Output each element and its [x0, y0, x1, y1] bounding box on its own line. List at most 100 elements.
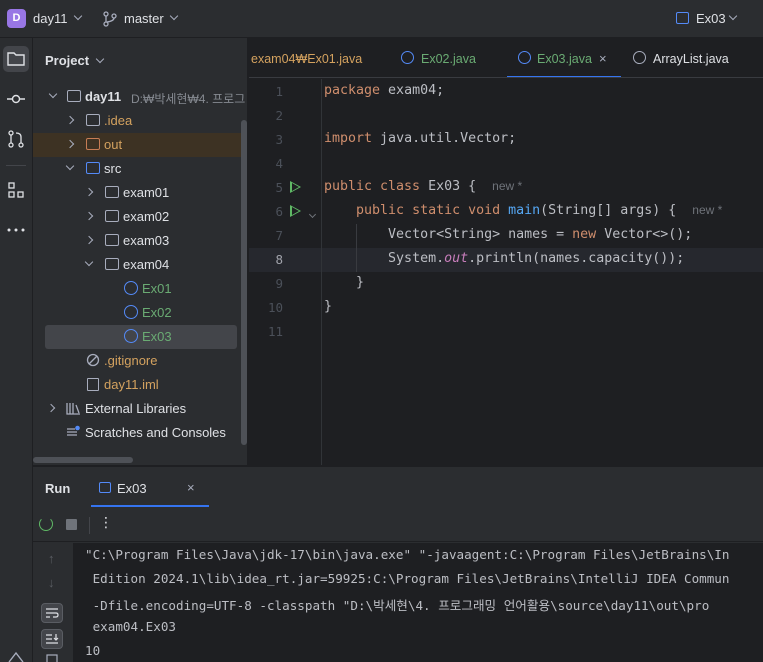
horizontal-scrollbar[interactable] — [33, 457, 133, 463]
structure-icon — [8, 182, 24, 198]
line-number: 7 — [275, 228, 283, 243]
excluded-folder-icon — [86, 138, 100, 150]
code-line-10: } — [324, 299, 332, 314]
close-icon[interactable]: × — [187, 480, 195, 495]
line-number: 10 — [267, 300, 283, 315]
chevron-right-icon[interactable] — [46, 403, 56, 413]
commit-tool-button[interactable] — [3, 86, 29, 112]
code-line-1: package exam04; — [324, 83, 444, 98]
tab-ex02[interactable]: Ex02.java — [389, 38, 499, 77]
close-icon[interactable]: × — [599, 51, 607, 66]
run-panel: Run Ex03 × ⋮ ↑ ↓ "C:\Program Files\Java\… — [33, 466, 763, 662]
print-icon[interactable] — [45, 653, 59, 662]
scratches-icon — [67, 425, 80, 436]
run-main-gutter-icon[interactable] — [290, 205, 301, 217]
code-text: } — [356, 275, 365, 290]
chevron-down-icon[interactable] — [728, 11, 738, 21]
more-horizontal-icon — [7, 228, 25, 232]
chevron-right-icon[interactable] — [84, 235, 94, 245]
console-line: Edition 2024.1\lib\idea_rt.jar=59925:C:\… — [85, 571, 730, 586]
tree-item-idea[interactable]: .idea — [33, 109, 247, 133]
tree-label: out — [104, 137, 123, 152]
fold-icon[interactable] — [308, 210, 317, 219]
rerun-icon[interactable] — [39, 517, 53, 531]
chevron-right-icon[interactable] — [65, 115, 75, 125]
chevron-down-icon[interactable] — [73, 11, 83, 21]
package-icon — [105, 234, 119, 246]
tree-item-exam03[interactable]: exam03 — [33, 229, 247, 253]
chevron-down-icon[interactable] — [84, 257, 94, 267]
pull-requests-tool-button[interactable] — [3, 126, 29, 152]
tree-item-external-libraries[interactable]: External Libraries — [33, 397, 247, 421]
tree-item-ex03[interactable]: Ex03 — [45, 325, 237, 349]
run-config-selector[interactable]: Ex03 — [696, 11, 726, 26]
project-panel: Project day11 D:₩박세현₩4. 프로그 .idea out sr… — [33, 38, 248, 465]
line-number: 11 — [267, 324, 283, 339]
chevron-down-icon[interactable] — [95, 54, 105, 64]
panel-title[interactable]: Project — [45, 53, 89, 68]
tree-item-exam04[interactable]: exam04 — [33, 253, 247, 277]
more-vertical-icon[interactable]: ⋮ — [99, 514, 113, 531]
tree-item-gitignore[interactable]: .gitignore — [33, 349, 247, 373]
author-hint[interactable]: new * — [692, 203, 722, 217]
code-text: (String[] args) { — [540, 203, 693, 218]
chevron-right-icon[interactable] — [84, 211, 94, 221]
vertical-scrollbar[interactable] — [241, 120, 247, 445]
tree-item-exam02[interactable]: exam02 — [33, 205, 247, 229]
console-output[interactable]: "C:\Program Files\Java\jdk-17\bin\java.e… — [73, 543, 763, 662]
tab-exam04-ex01[interactable]: exam04₩Ex01.java — [249, 38, 384, 77]
tab-ex03[interactable]: Ex03.java × — [507, 38, 621, 77]
chevron-down-icon[interactable] — [65, 161, 75, 171]
run-tab-ex03[interactable]: Ex03 × — [91, 467, 209, 507]
chevron-down-icon[interactable] — [48, 89, 58, 99]
stop-icon[interactable] — [66, 519, 77, 530]
line-number: 3 — [275, 132, 283, 147]
tab-arraylist[interactable]: ArrayList.java — [623, 38, 763, 77]
chevron-right-icon[interactable] — [84, 187, 94, 197]
tree-item-iml[interactable]: day11.iml — [33, 373, 247, 397]
author-hint[interactable]: new * — [492, 179, 522, 193]
soft-wrap-button[interactable] — [41, 603, 63, 623]
chevron-right-icon[interactable] — [65, 139, 75, 149]
tree-item-scratches[interactable]: Scratches and Consoles — [33, 421, 247, 445]
arrow-down-icon[interactable]: ↓ — [48, 575, 55, 590]
line-number: 1 — [275, 84, 283, 99]
tree-item-day11[interactable]: day11 D:₩박세현₩4. 프로그 — [33, 85, 247, 109]
tree-item-src[interactable]: src — [33, 157, 247, 181]
tool-window-strip — [0, 38, 33, 662]
tree-item-ex02[interactable]: Ex02 — [33, 301, 247, 325]
arrow-up-icon[interactable]: ↑ — [48, 551, 55, 566]
code-text: } — [324, 299, 333, 314]
branch-switcher[interactable]: master — [124, 11, 164, 26]
chevron-down-icon[interactable] — [169, 11, 179, 21]
tree-label: src — [104, 161, 122, 176]
code-text: Vector<String> names = — [388, 227, 573, 242]
code-line-9: } — [324, 275, 364, 290]
console-line: -Dfile.encoding=UTF-8 -classpath "D:\박세현… — [85, 598, 710, 613]
tree-item-out[interactable]: out — [33, 133, 247, 157]
scroll-to-end-button[interactable] — [41, 629, 63, 649]
tree-label: Ex02 — [142, 305, 172, 320]
tree-item-exam01[interactable]: exam01 — [33, 181, 247, 205]
project-switcher[interactable]: day11 — [33, 11, 67, 26]
keyword: public class — [324, 179, 421, 194]
line-number: 5 — [275, 180, 283, 195]
project-tool-button[interactable] — [3, 46, 29, 72]
tree-label: Ex03 — [142, 329, 172, 344]
file-icon — [87, 378, 99, 391]
run-class-gutter-icon[interactable] — [290, 181, 301, 193]
git-branch-icon[interactable] — [103, 11, 117, 27]
structure-tool-button[interactable] — [3, 177, 29, 203]
console-side-toolbar: ↑ ↓ — [33, 543, 73, 662]
project-badge[interactable]: D — [7, 9, 26, 28]
more-tools-button[interactable] — [3, 217, 29, 243]
code-text: exam04; — [380, 83, 445, 98]
tree-item-ex01[interactable]: Ex01 — [33, 277, 247, 301]
ignore-file-icon — [86, 353, 100, 367]
tree-label: day11.iml — [104, 377, 159, 392]
bottom-tool-icon[interactable] — [6, 650, 26, 662]
run-config-icon — [99, 482, 111, 493]
code-editor[interactable]: 1 2 3 4 5 6 7 8 9 10 11 package exam04; … — [249, 79, 763, 465]
tab-label: ArrayList.java — [653, 52, 729, 66]
tree-label: exam04 — [123, 257, 170, 272]
